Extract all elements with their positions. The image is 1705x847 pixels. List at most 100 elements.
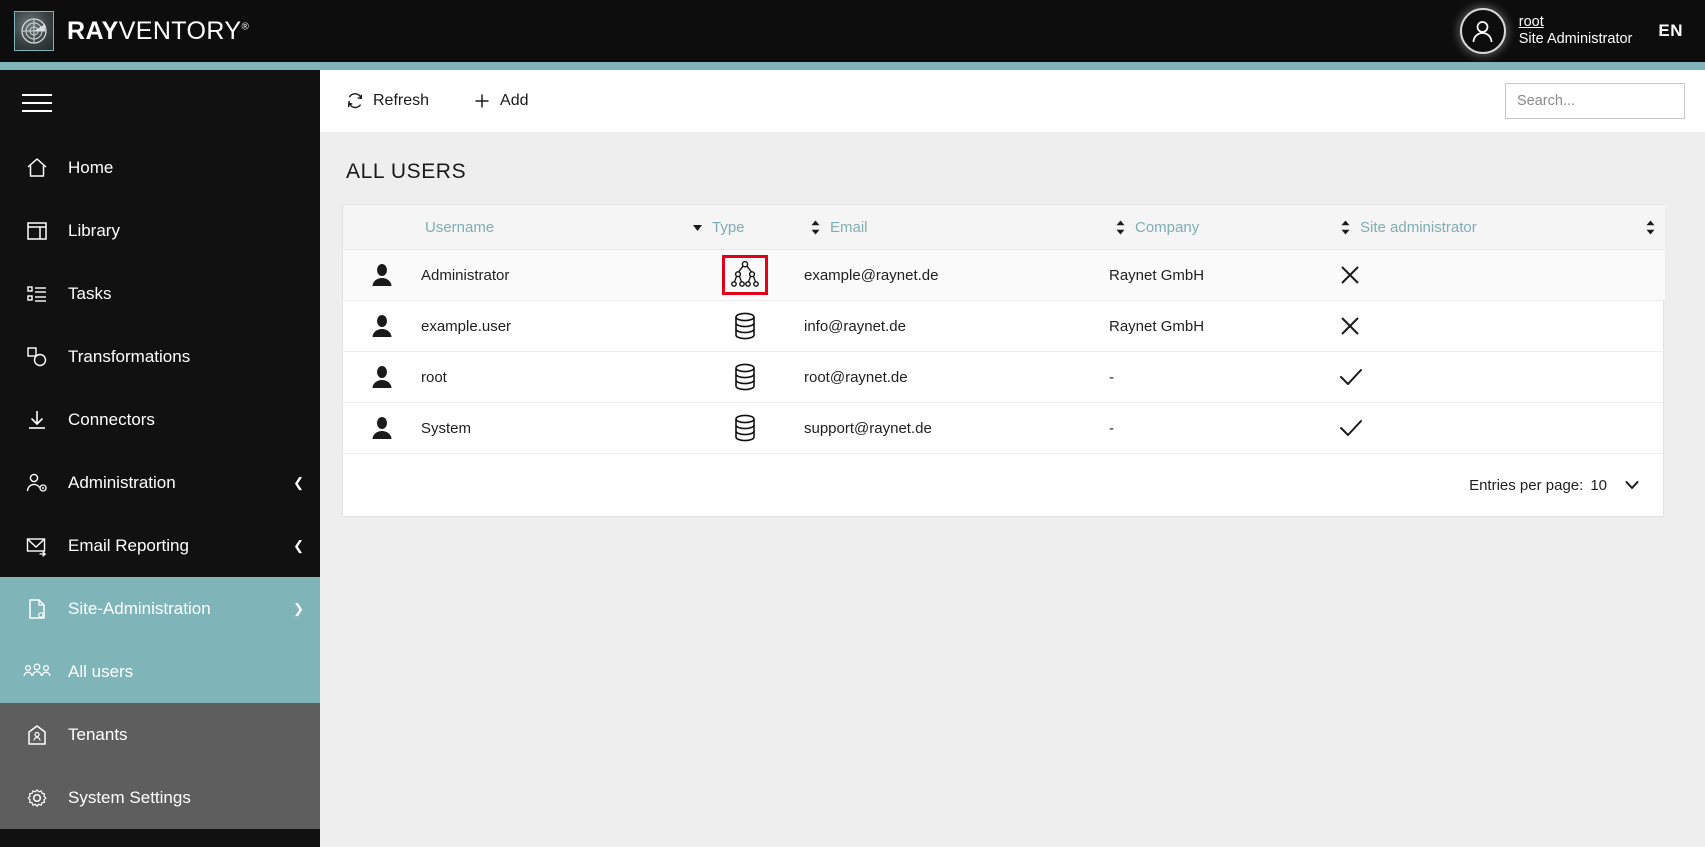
- transformations-icon: [22, 342, 52, 372]
- sidebar-item-label: Library: [68, 221, 120, 241]
- brand-bold: RAY: [67, 17, 119, 45]
- entries-per-page-value[interactable]: 10: [1590, 477, 1607, 494]
- row-type: [686, 301, 804, 352]
- ldap-tree-icon: [730, 260, 760, 290]
- main-content: Refresh Add: [320, 70, 1705, 847]
- sort-desc-icon[interactable]: [686, 220, 708, 235]
- table-header-row: Username Type: [343, 205, 1665, 250]
- all-users-icon: [22, 657, 52, 687]
- email-reporting-icon: [22, 531, 52, 561]
- chevron-down-icon[interactable]: ❯: [293, 601, 304, 617]
- row-company: -: [1109, 352, 1334, 403]
- column-label[interactable]: Type: [708, 219, 745, 236]
- sidebar-item-connectors[interactable]: Connectors: [0, 388, 320, 451]
- table-row[interactable]: System: [343, 403, 1665, 454]
- sort-both-icon[interactable]: [1334, 219, 1356, 236]
- sidebar-item-label: System Settings: [68, 788, 191, 808]
- row-username: Administrator: [421, 250, 686, 301]
- table-footer: Entries per page: 10: [343, 454, 1663, 516]
- search-box[interactable]: [1505, 83, 1685, 119]
- brand-light: VENTORY: [119, 17, 242, 45]
- row-email: example@raynet.de: [804, 250, 1109, 301]
- column-label[interactable]: Username: [421, 219, 494, 236]
- row-email: info@raynet.de: [804, 301, 1109, 352]
- refresh-icon: [346, 92, 364, 110]
- sidebar-item-home[interactable]: Home: [0, 136, 320, 199]
- refresh-button[interactable]: Refresh: [346, 92, 429, 110]
- sidebar-item-administration[interactable]: Administration ❮: [0, 451, 320, 514]
- sidebar-item-all-users[interactable]: All users: [0, 640, 320, 703]
- brand-mark: ®: [241, 21, 249, 32]
- row-avatar-cell: [343, 250, 421, 301]
- user-row-icon: [343, 314, 421, 338]
- row-username: example.user: [421, 301, 686, 352]
- row-type: [686, 352, 804, 403]
- sidebar-item-transformations[interactable]: Transformations: [0, 325, 320, 388]
- database-icon: [732, 413, 758, 443]
- top-bar: RAYVENTORY® root Site Administrator EN: [0, 0, 1705, 62]
- row-email: root@raynet.de: [804, 352, 1109, 403]
- language-switcher[interactable]: EN: [1658, 21, 1683, 41]
- table-head: Username Type: [343, 205, 1665, 250]
- cross-icon: [1338, 314, 1362, 338]
- brand-title: RAYVENTORY®: [67, 17, 249, 46]
- entries-per-page-label: Entries per page:: [1469, 477, 1583, 494]
- row-username: System: [421, 403, 686, 454]
- chevron-left-icon[interactable]: ❮: [293, 475, 304, 491]
- column-email[interactable]: Email: [804, 205, 1109, 250]
- type-highlight-box: [722, 255, 768, 295]
- sidebar-item-label: Email Reporting: [68, 536, 189, 556]
- column-site-administrator[interactable]: Site administrator: [1334, 205, 1665, 250]
- add-label: Add: [500, 92, 528, 110]
- table-row[interactable]: Administrator: [343, 250, 1665, 301]
- column-username[interactable]: Username: [421, 205, 686, 250]
- sidebar-item-library[interactable]: Library: [0, 199, 320, 262]
- sidebar-item-label: All users: [68, 662, 133, 682]
- user-avatar-icon[interactable]: [1460, 8, 1506, 54]
- column-label[interactable]: Company: [1131, 219, 1199, 236]
- users-card: Username Type: [342, 204, 1664, 517]
- add-button[interactable]: Add: [473, 92, 528, 110]
- column-type[interactable]: Type: [686, 205, 804, 250]
- column-label[interactable]: Site administrator: [1356, 219, 1477, 236]
- chevron-left-icon[interactable]: ❮: [293, 538, 304, 554]
- sort-both-icon[interactable]: [804, 219, 826, 236]
- row-username: root: [421, 352, 686, 403]
- check-icon: [1338, 365, 1364, 389]
- table-row[interactable]: root: [343, 352, 1665, 403]
- connectors-icon: [22, 405, 52, 435]
- sidebar-item-label: Site-Administration: [68, 599, 211, 619]
- sidebar-item-tasks[interactable]: Tasks: [0, 262, 320, 325]
- row-email: support@raynet.de: [804, 403, 1109, 454]
- sidebar-item-email-reporting[interactable]: Email Reporting ❮: [0, 514, 320, 577]
- accent-strip: [0, 62, 1705, 70]
- sort-both-icon[interactable]: [1109, 219, 1131, 236]
- row-company: -: [1109, 403, 1334, 454]
- column-company[interactable]: Company: [1109, 205, 1334, 250]
- tasks-icon: [22, 279, 52, 309]
- sidebar-item-label: Transformations: [68, 347, 190, 367]
- refresh-label: Refresh: [373, 92, 429, 110]
- table-row[interactable]: example.user: [343, 301, 1665, 352]
- search-input[interactable]: [1517, 93, 1704, 109]
- home-icon: [22, 153, 52, 183]
- sidebar-item-system-settings[interactable]: System Settings: [0, 766, 320, 829]
- page-title: ALL USERS: [320, 132, 1705, 204]
- row-site-admin: [1334, 352, 1665, 403]
- database-icon: [732, 362, 758, 392]
- row-avatar-cell: [343, 301, 421, 352]
- row-avatar-cell: [343, 352, 421, 403]
- sort-both-icon-end[interactable]: [1639, 219, 1661, 236]
- content-toolbar: Refresh Add: [320, 70, 1705, 132]
- system-settings-icon: [22, 783, 52, 813]
- sidebar-item-site-administration[interactable]: Site-Administration ❯: [0, 577, 320, 640]
- plus-icon: [473, 92, 491, 110]
- row-type: [686, 250, 804, 301]
- row-company: Raynet GmbH: [1109, 301, 1334, 352]
- chevron-down-icon[interactable]: [1623, 476, 1641, 494]
- sidebar-item-tenants[interactable]: Tenants: [0, 703, 320, 766]
- row-site-admin: [1334, 403, 1665, 454]
- user-name-link[interactable]: root: [1519, 14, 1633, 31]
- hamburger-icon[interactable]: [0, 70, 320, 136]
- column-label[interactable]: Email: [826, 219, 868, 236]
